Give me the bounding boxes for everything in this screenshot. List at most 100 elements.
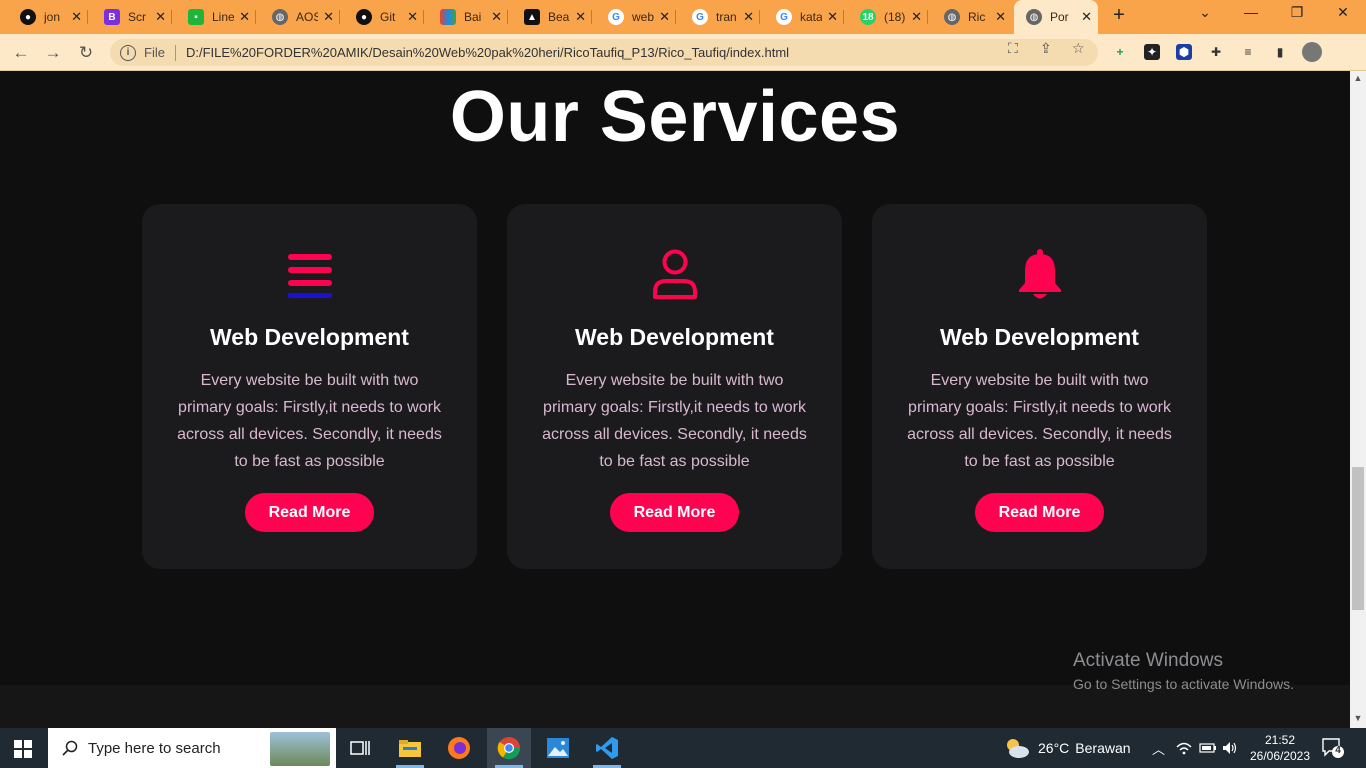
avatar[interactable] xyxy=(1302,42,1322,62)
browser-tab[interactable]: ● Git ✕ xyxy=(344,4,424,30)
read-more-button[interactable]: Read More xyxy=(975,493,1104,532)
notification-center-icon[interactable]: 4 xyxy=(1322,738,1344,758)
close-icon[interactable]: ✕ xyxy=(827,9,838,25)
star-icon[interactable]: ☆ xyxy=(1072,40,1085,57)
user-icon xyxy=(507,247,842,303)
close-window-button[interactable]: ✕ xyxy=(1328,4,1358,21)
browser-tab-active[interactable]: ◍ Por ✕ xyxy=(1014,0,1098,34)
address-bar[interactable]: i File D:/FILE%20FORDER%20AMIK/Desain%20… xyxy=(110,39,1098,66)
extension-icon[interactable]: ✦ xyxy=(1144,44,1160,60)
browser-tab[interactable]: ▲ Bea ✕ xyxy=(512,4,592,30)
browser-tab[interactable]: Bai ✕ xyxy=(428,4,508,30)
chrome-icon[interactable] xyxy=(487,728,531,768)
browser-tab[interactable]: B Scr ✕ xyxy=(92,4,172,30)
file-explorer-icon[interactable] xyxy=(388,728,432,768)
close-icon[interactable]: ✕ xyxy=(71,9,82,25)
browser-tab[interactable]: G tran ✕ xyxy=(680,4,760,30)
browser-tab[interactable]: ◍ AOS ✕ xyxy=(260,4,340,30)
firefox-icon[interactable] xyxy=(437,728,481,768)
taskbar: Type here to search 26°C Berawan ︿ 21:52… xyxy=(0,728,1366,768)
weather-temp: 26°C xyxy=(1038,740,1070,756)
close-icon[interactable]: ✕ xyxy=(1081,9,1092,25)
search-icon xyxy=(62,740,78,756)
notification-count: 4 xyxy=(1335,745,1341,756)
close-icon[interactable]: ✕ xyxy=(659,9,670,25)
service-card: Web Development Every website be built w… xyxy=(872,204,1207,569)
weather-condition: Berawan xyxy=(1075,740,1131,756)
bars-icon xyxy=(142,247,477,303)
system-clock[interactable]: 21:52 26/06/2023 xyxy=(1248,732,1312,764)
share-icon[interactable]: ⇪ xyxy=(1040,40,1052,57)
close-icon[interactable]: ✕ xyxy=(407,9,418,25)
watermark-title: Activate Windows xyxy=(1073,650,1223,671)
search-highlight-image xyxy=(270,732,330,766)
chevron-up-icon[interactable]: ︿ xyxy=(1152,728,1165,768)
card-text: Every website be built with two primary … xyxy=(907,372,1172,470)
windows-start-icon[interactable] xyxy=(14,740,32,758)
bea-icon: ▲ xyxy=(524,9,540,25)
card-text: Every website be built with two primary … xyxy=(542,372,807,470)
url-text[interactable]: D:/FILE%20FORDER%20AMIK/Desain%20Web%20p… xyxy=(186,45,789,60)
minimize-button[interactable]: — xyxy=(1236,4,1266,20)
translate-icon[interactable]: ⛶ xyxy=(1008,40,1018,57)
info-icon[interactable]: i xyxy=(120,44,136,61)
extension-hex-icon[interactable]: ⬢ xyxy=(1176,44,1192,60)
service-card: Web Development Every website be built w… xyxy=(142,204,477,569)
globe-icon: ◍ xyxy=(944,9,960,25)
scroll-up-icon[interactable]: ▲ xyxy=(1350,73,1366,83)
puzzle-icon[interactable]: ✚ xyxy=(1208,44,1224,60)
media-list-icon[interactable]: ≡ xyxy=(1240,44,1256,60)
read-more-button[interactable]: Read More xyxy=(245,493,374,532)
browser-tab[interactable]: ◍ Ric ✕ xyxy=(932,4,1012,30)
close-icon[interactable]: ✕ xyxy=(995,9,1006,25)
reload-button[interactable]: ↻ xyxy=(75,42,97,64)
photos-icon[interactable] xyxy=(536,728,580,768)
forward-button[interactable]: → xyxy=(42,42,64,64)
whatsapp-icon: 18 xyxy=(860,9,876,25)
browser-tab[interactable]: 18 (18) ✕ xyxy=(848,4,928,30)
restore-button[interactable]: ❐ xyxy=(1282,4,1312,21)
close-icon[interactable]: ✕ xyxy=(743,9,754,25)
card-title: Web Development xyxy=(575,324,774,350)
close-icon[interactable]: ✕ xyxy=(575,9,586,25)
browser-tab[interactable]: G web ✕ xyxy=(596,4,676,30)
chevron-down-icon[interactable]: ⌄ xyxy=(1190,4,1220,21)
close-icon[interactable]: ✕ xyxy=(323,9,334,25)
volume-icon[interactable] xyxy=(1222,728,1238,768)
google-icon: G xyxy=(692,9,708,25)
back-button[interactable]: ← xyxy=(10,42,32,64)
clock-date: 26/06/2023 xyxy=(1249,749,1311,763)
watermark-subtitle: Go to Settings to activate Windows. xyxy=(1073,676,1294,692)
google-icon: G xyxy=(608,9,624,25)
bell-icon xyxy=(872,247,1207,303)
close-icon[interactable]: ✕ xyxy=(491,9,502,25)
battery-icon[interactable] xyxy=(1199,728,1217,768)
wifi-icon[interactable] xyxy=(1176,728,1192,768)
browser-tab[interactable]: ● jon ✕ xyxy=(8,4,88,30)
read-more-button[interactable]: Read More xyxy=(610,493,739,532)
vscode-icon[interactable] xyxy=(585,728,629,768)
weather-widget[interactable]: 26°C Berawan xyxy=(1004,728,1131,768)
scroll-thumb[interactable] xyxy=(1352,467,1364,610)
browser-tab[interactable]: ▪ Line ✕ xyxy=(176,4,256,30)
tab-strip: ● jon ✕ B Scr ✕ ▪ Line ✕ ◍ AOS ✕ ● Git ✕… xyxy=(0,0,1366,34)
vertical-scrollbar[interactable]: ▲ ▼ xyxy=(1350,71,1366,728)
github-icon: ● xyxy=(356,9,372,25)
new-tab-button[interactable]: + xyxy=(1108,4,1130,27)
taskbar-search[interactable]: Type here to search xyxy=(48,728,336,768)
section-title: Our Services xyxy=(449,77,901,157)
extension-plus-icon[interactable]: + xyxy=(1112,44,1128,60)
close-icon[interactable]: ✕ xyxy=(239,9,250,25)
divider xyxy=(174,44,176,61)
close-icon[interactable]: ✕ xyxy=(155,9,166,25)
scroll-down-icon[interactable]: ▼ xyxy=(1350,713,1366,723)
github-icon: ● xyxy=(20,9,36,25)
close-icon[interactable]: ✕ xyxy=(911,9,922,25)
page-viewport: Our Services Web Development Every websi… xyxy=(0,71,1350,728)
card-text: Every website be built with two primary … xyxy=(177,372,442,470)
google-icon: G xyxy=(776,9,792,25)
browser-tab[interactable]: G kata ✕ xyxy=(764,4,844,30)
task-view-icon[interactable] xyxy=(338,728,382,768)
service-card: Web Development Every website be built w… xyxy=(507,204,842,569)
sidepanel-icon[interactable]: ▮ xyxy=(1272,44,1288,60)
